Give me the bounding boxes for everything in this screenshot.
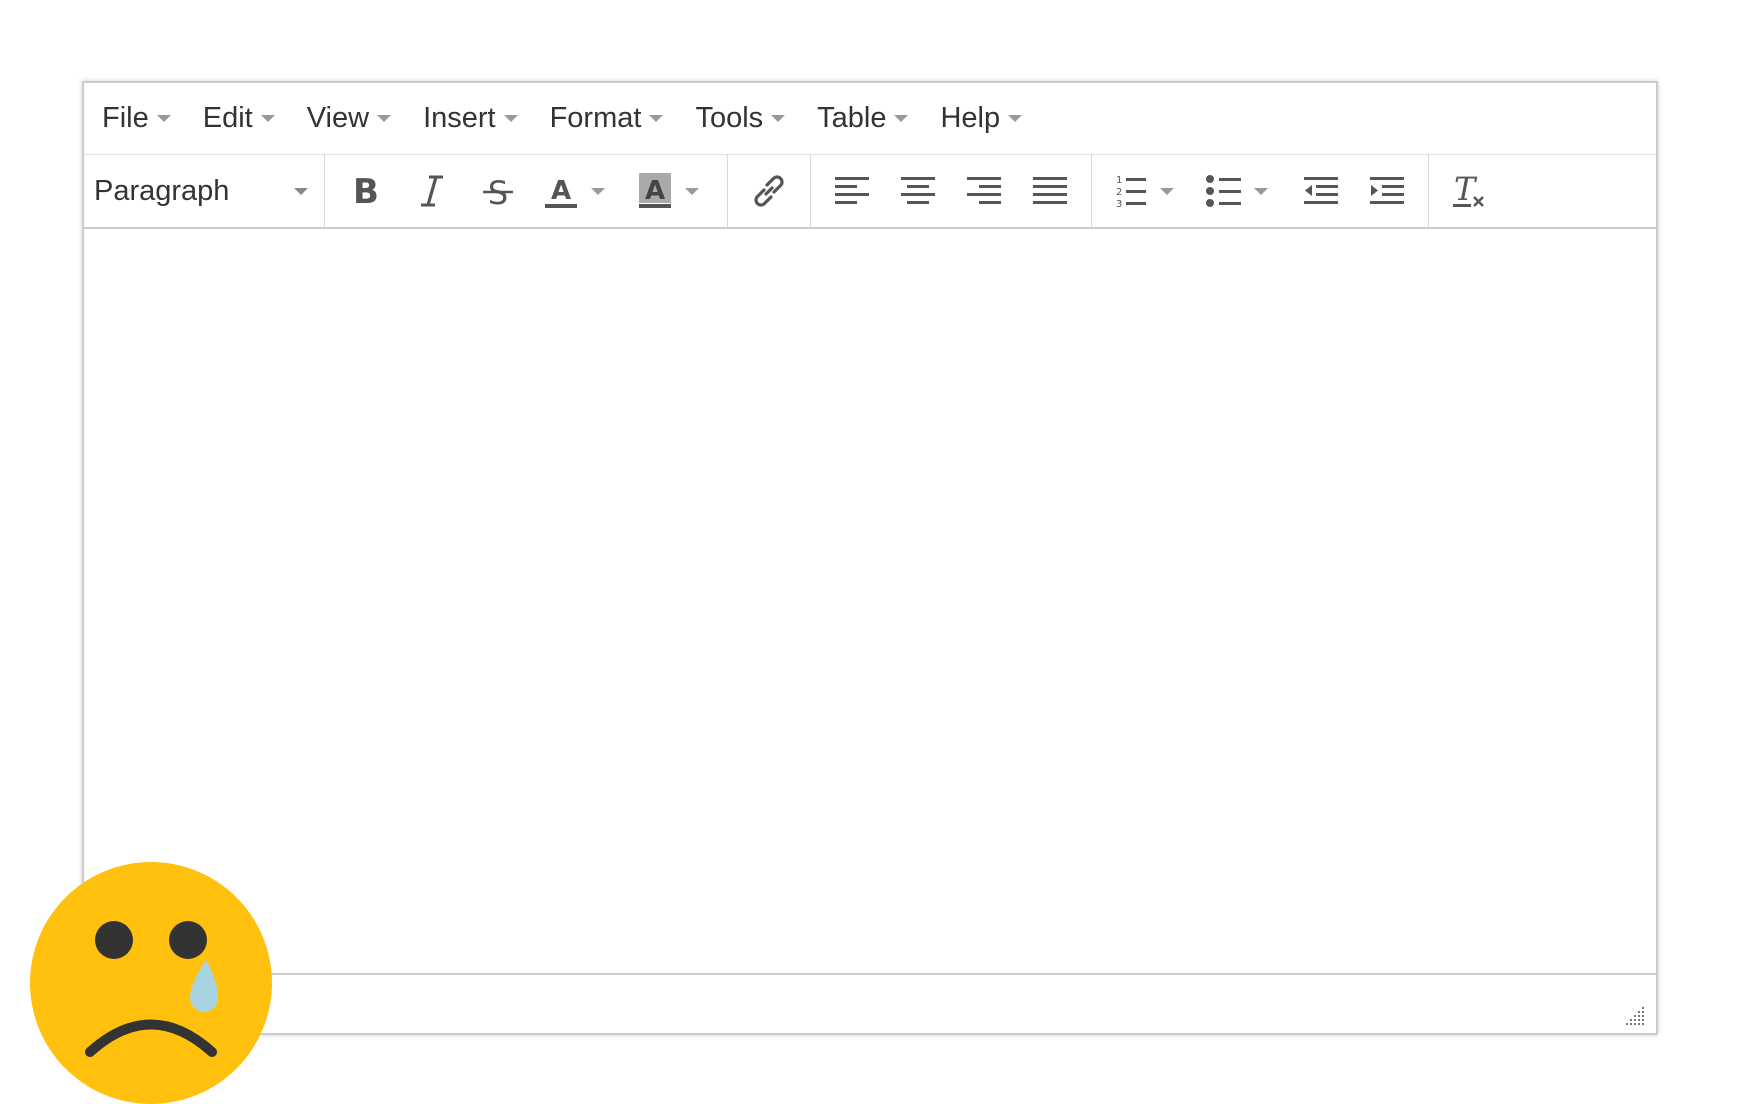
bold-button[interactable]: B: [333, 161, 399, 221]
toolbar-group-lists: 1 2 3: [1092, 154, 1429, 228]
menu-tools[interactable]: Tools: [695, 94, 786, 144]
chevron-down-icon: [1254, 187, 1268, 195]
rich-text-editor: File Edit View Insert Format Tools Table…: [82, 81, 1658, 1035]
numbered-list-button[interactable]: 1 2 3: [1100, 161, 1160, 221]
background-color-dropdown[interactable]: [685, 161, 719, 221]
menu-edit[interactable]: Edit: [203, 94, 275, 144]
strikethrough-button[interactable]: S: [465, 161, 531, 221]
bullet-list-icon: [1206, 175, 1241, 207]
status-bar: [84, 973, 1656, 1033]
editor-content-area[interactable]: [84, 229, 1656, 973]
bold-icon: B: [353, 173, 379, 209]
menu-label: File: [102, 102, 149, 134]
align-justify-button[interactable]: [1017, 161, 1083, 221]
svg-text:2: 2: [1116, 187, 1122, 198]
indent-icon: [1370, 177, 1404, 204]
menu-insert[interactable]: Insert: [423, 94, 518, 144]
block-format-value: Paragraph: [94, 174, 230, 207]
background-color-button[interactable]: A: [625, 161, 685, 221]
toolbar-group-alignment: [811, 154, 1092, 228]
svg-text:T: T: [1454, 171, 1478, 208]
menu-table[interactable]: Table: [817, 94, 909, 144]
align-left-icon: [835, 177, 869, 204]
align-center-button[interactable]: [885, 161, 951, 221]
toolbar: Paragraph B S A A 1 2 3 T: [84, 154, 1656, 229]
menu-label: View: [306, 102, 370, 134]
chevron-down-icon: [377, 115, 392, 122]
chevron-down-icon: [591, 187, 605, 195]
indent-button[interactable]: [1354, 161, 1420, 221]
toolbar-group-formatting: B S A A: [325, 154, 728, 228]
menu-label: Insert: [423, 102, 496, 134]
link-button[interactable]: [736, 161, 802, 221]
chevron-down-icon: [260, 115, 275, 122]
menu-help[interactable]: Help: [940, 94, 1023, 144]
menu-file[interactable]: File: [102, 94, 171, 144]
svg-text:B: B: [353, 173, 379, 209]
menu-label: Table: [817, 102, 887, 134]
svg-text:A: A: [551, 176, 571, 206]
chevron-down-icon: [649, 115, 664, 122]
menu-format[interactable]: Format: [550, 94, 664, 144]
toolbar-group-blocks: Paragraph: [84, 154, 325, 228]
align-left-button[interactable]: [819, 161, 885, 221]
chevron-down-icon: [894, 115, 909, 122]
bullet-list-button[interactable]: [1194, 161, 1254, 221]
block-format-select[interactable]: Paragraph: [84, 154, 324, 228]
chevron-down-icon: [1008, 115, 1023, 122]
toolbar-group-clear: T: [1429, 154, 1511, 228]
text-color-icon: A: [545, 176, 577, 208]
clear-formatting-button[interactable]: T: [1437, 161, 1503, 221]
strikethrough-icon: S: [483, 174, 513, 209]
svg-text:3: 3: [1116, 199, 1122, 209]
link-icon: [754, 175, 784, 207]
menu-label: Format: [549, 102, 642, 134]
align-right-icon: [967, 177, 1001, 204]
svg-text:1: 1: [1116, 175, 1122, 186]
text-color-button[interactable]: A: [531, 161, 591, 221]
numbered-list-dropdown[interactable]: [1160, 161, 1194, 221]
svg-text:A: A: [645, 176, 665, 206]
numbered-list-icon: 1 2 3: [1116, 175, 1146, 209]
clear-formatting-icon: T: [1453, 171, 1484, 208]
text-color-dropdown[interactable]: [591, 161, 625, 221]
outdent-button[interactable]: [1288, 161, 1354, 221]
align-justify-icon: [1033, 177, 1067, 204]
menu-label: Help: [940, 102, 1001, 134]
outdent-icon: [1304, 177, 1338, 204]
toolbar-group-link: [728, 154, 811, 228]
align-right-button[interactable]: [951, 161, 1017, 221]
chevron-down-icon: [156, 115, 171, 122]
align-center-icon: [901, 177, 935, 204]
menu-view[interactable]: View: [306, 94, 392, 144]
italic-button[interactable]: [399, 161, 465, 221]
background-color-icon: A: [639, 173, 671, 208]
chevron-down-icon: [685, 187, 699, 195]
menubar: File Edit View Insert Format Tools Table…: [84, 83, 1656, 155]
menu-label: Edit: [202, 102, 253, 134]
italic-icon: [421, 175, 443, 207]
bullet-list-dropdown[interactable]: [1254, 161, 1288, 221]
resize-handle-icon[interactable]: [1624, 1005, 1646, 1027]
chevron-down-icon: [771, 115, 786, 122]
chevron-down-icon: [294, 187, 308, 195]
chevron-down-icon: [1160, 187, 1174, 195]
chevron-down-icon: [503, 115, 518, 122]
menu-label: Tools: [695, 102, 764, 134]
crying-face-icon: [30, 862, 272, 1104]
